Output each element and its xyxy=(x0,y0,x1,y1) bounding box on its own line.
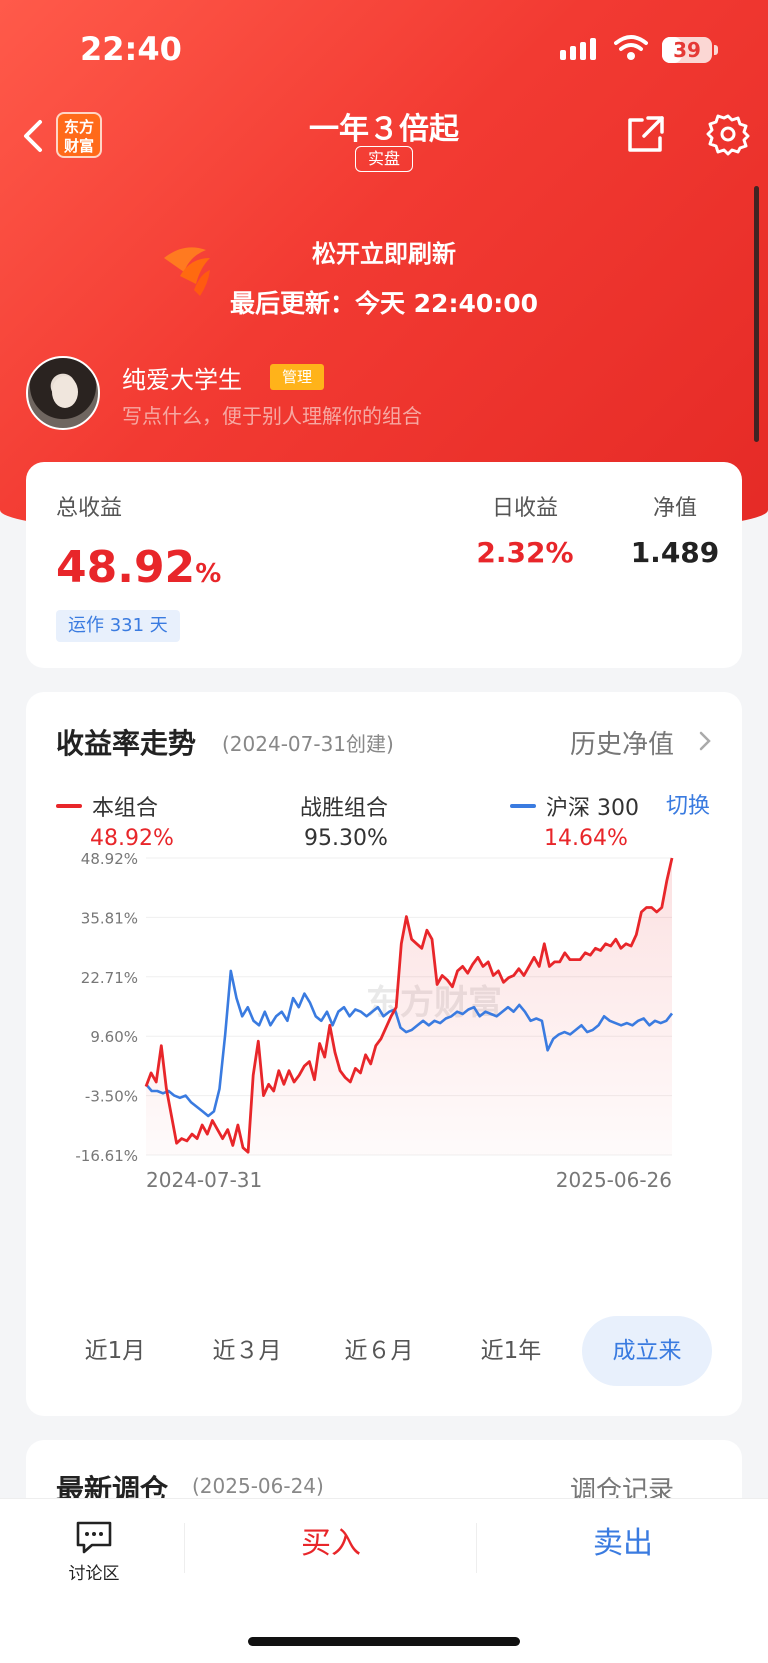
chevron-right-icon[interactable] xyxy=(698,730,712,752)
y-tick-label: 9.60% xyxy=(90,1028,138,1046)
wifi-icon xyxy=(614,35,648,60)
created-date: (2024-07-31创建) xyxy=(222,732,394,756)
portfolio-area-fill xyxy=(146,858,672,1155)
legend-portfolio-swatch xyxy=(56,804,82,808)
last-updated: 最后更新：今天 22:40:00 xyxy=(229,289,539,318)
daily-return-value: 2.32% xyxy=(476,536,574,569)
divider xyxy=(476,1523,477,1573)
legend-hs300-value: 14.64% xyxy=(544,826,628,851)
home-indicator[interactable] xyxy=(248,1637,520,1646)
y-tick-label: 22.71% xyxy=(81,969,138,987)
running-days-badge: 运作 331 天 xyxy=(56,610,180,642)
return-trend-card: 收益率走势 (2024-07-31创建) 历史净值 本组合 48.92% 战胜组… xyxy=(26,692,742,1416)
summary-card: 总收益 48.92% 运作 331 天 日收益 2.32% 净值 1.489 xyxy=(26,462,742,668)
legend-portfolio-name: 本组合 xyxy=(92,796,159,821)
share-icon[interactable] xyxy=(624,112,668,156)
real-account-tag: 实盘 xyxy=(355,146,413,172)
daily-return-label: 日收益 xyxy=(491,496,558,521)
switch-benchmark-button[interactable]: 切换 xyxy=(666,788,710,820)
legend-hs300-swatch xyxy=(510,804,536,808)
legend-portfolio-value: 48.92% xyxy=(90,826,174,851)
tab-3-months[interactable]: 近３月 xyxy=(182,1316,312,1386)
battery-icon: 39 xyxy=(662,37,712,63)
battery-tip xyxy=(714,45,718,55)
total-return-unit: % xyxy=(195,559,222,589)
chart-title: 收益率走势 xyxy=(56,727,197,760)
total-return-value: 48.92% xyxy=(56,542,222,593)
buy-button[interactable]: 买入 xyxy=(186,1499,476,1589)
bottom-action-bar: 讨论区 买入 卖出 xyxy=(0,1498,768,1663)
history-nav-link[interactable]: 历史净值 xyxy=(570,724,674,761)
tab-1-month[interactable]: 近1月 xyxy=(50,1316,180,1386)
gear-icon[interactable] xyxy=(706,112,750,156)
rebalance-date: (2025-06-24) xyxy=(192,1474,324,1498)
legend-beat-name: 战胜组合 xyxy=(300,796,389,821)
scrollbar[interactable] xyxy=(754,186,759,442)
discussion-label: 讨论区 xyxy=(68,1564,120,1584)
username: 纯爱大学生 xyxy=(122,366,242,394)
tab-6-months[interactable]: 近６月 xyxy=(314,1316,444,1386)
status-bar: 22:40 39 xyxy=(0,0,768,100)
tab-1-year[interactable]: 近1年 xyxy=(446,1316,576,1386)
y-tick-label: 35.81% xyxy=(81,909,138,927)
legend-beat-value: 95.30% xyxy=(304,826,388,851)
sell-button[interactable]: 卖出 xyxy=(478,1499,768,1589)
legend-portfolio: 本组合 48.92% xyxy=(56,790,174,851)
divider xyxy=(184,1523,185,1573)
cellular-signal-icon xyxy=(560,38,596,60)
status-time: 22:40 xyxy=(80,30,182,68)
battery-percent: 39 xyxy=(673,38,701,62)
refresh-title: 松开立即刷新 xyxy=(312,240,456,268)
tab-since-inception[interactable]: 成立来 xyxy=(582,1316,712,1386)
y-tick-label: -3.50% xyxy=(85,1088,138,1106)
nav-label: 净值 xyxy=(652,496,697,521)
return-line-chart[interactable]: 东方财富 48.92%35.81%22.71%9.60%-3.50%-16.61… xyxy=(26,852,742,1262)
period-tabs: 近1月 近３月 近６月 近1年 成立来 xyxy=(26,1316,742,1386)
discussion-button[interactable]: 讨论区 xyxy=(54,1519,134,1584)
portfolio-description[interactable]: 写点什么，便于别人理解你的组合 xyxy=(122,400,422,429)
legend-hs300-name: 沪深 300 xyxy=(546,796,639,821)
total-return-label: 总收益 xyxy=(56,496,123,521)
owner-row[interactable]: 纯爱大学生 管理 写点什么，便于别人理解你的组合 xyxy=(0,356,768,432)
legend-beat: 战胜组合 95.30% xyxy=(300,790,389,851)
chat-bubble-icon xyxy=(76,1521,112,1554)
x-tick-end: 2025-06-26 xyxy=(556,1168,672,1192)
legend-hs300: 沪深 300 14.64% xyxy=(510,790,639,851)
admin-badge: 管理 xyxy=(270,364,324,390)
y-tick-label: -16.61% xyxy=(75,1147,138,1165)
top-nav: 东方 财富 一年３倍起 实盘 xyxy=(0,100,768,190)
y-tick-label: 48.92% xyxy=(81,852,138,868)
nav-value: 1.489 xyxy=(630,536,720,569)
avatar[interactable] xyxy=(26,356,100,430)
x-tick-start: 2024-07-31 xyxy=(146,1168,262,1192)
